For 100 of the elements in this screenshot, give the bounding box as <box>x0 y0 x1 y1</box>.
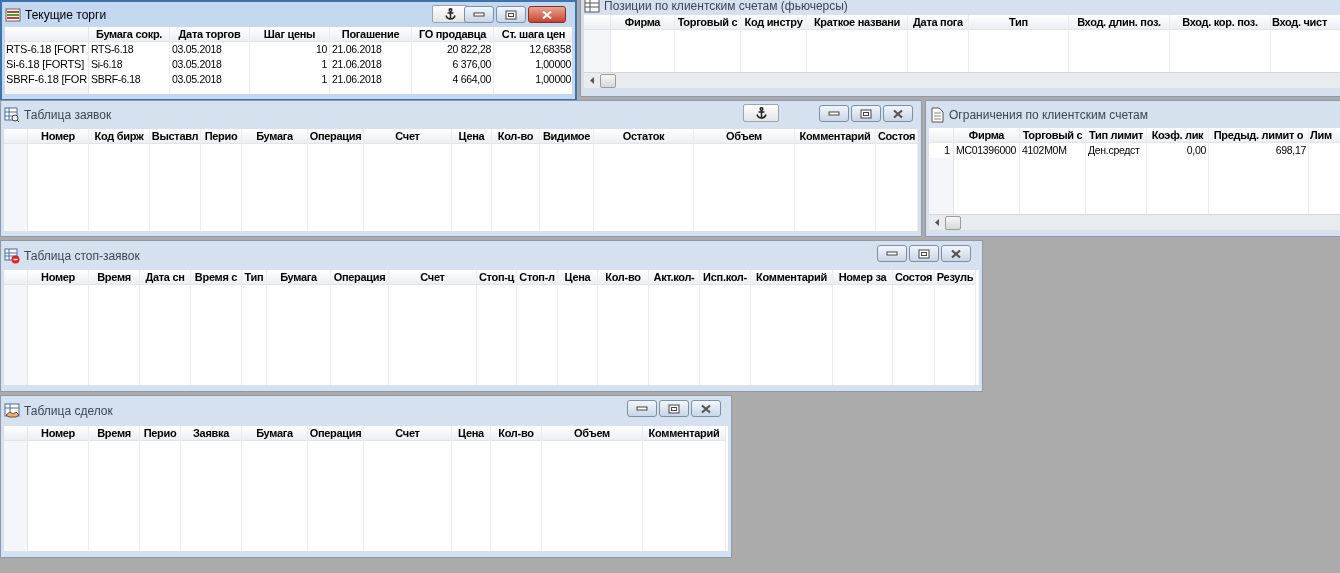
column-header[interactable]: Погашение <box>330 27 411 42</box>
horizontal-scrollbar[interactable] <box>584 72 1340 88</box>
column-header[interactable]: Видимое <box>540 129 593 144</box>
column-header[interactable]: Время с <box>191 270 241 285</box>
maximize-button[interactable] <box>851 105 881 122</box>
column-header[interactable]: Тип <box>242 270 266 285</box>
column-header[interactable]: Номер <box>28 270 88 285</box>
column-header[interactable]: Остаток <box>594 129 693 144</box>
scroll-left-icon <box>934 219 940 226</box>
table-cell: 1 <box>321 72 327 87</box>
maximize-button[interactable] <box>659 400 689 417</box>
column-header[interactable]: Стоп-л <box>517 270 557 285</box>
column-header[interactable]: Тип лимит <box>1086 128 1146 143</box>
column-header[interactable]: Стоп-ц <box>477 270 516 285</box>
column-header[interactable]: Резуль <box>935 270 975 285</box>
column-header[interactable]: Фирма <box>611 15 674 30</box>
column-header[interactable]: Выставл <box>150 129 200 144</box>
column-header[interactable]: Бумага <box>242 129 307 144</box>
column-header[interactable]: Номер за <box>833 270 892 285</box>
table-icon <box>4 403 20 419</box>
table-cell: 1,00000 <box>535 57 571 72</box>
column-header[interactable]: Заявка <box>181 426 241 441</box>
column-header[interactable]: Время <box>89 270 139 285</box>
column-header[interactable]: Объем <box>542 426 642 441</box>
column-header[interactable]: Бумага <box>242 426 307 441</box>
table-cell: 6 376,00 <box>452 57 491 72</box>
column-header[interactable]: Ст. шага цен <box>494 27 572 42</box>
close-icon <box>892 108 904 119</box>
close-button[interactable] <box>528 6 566 23</box>
column-header[interactable]: Объем <box>694 129 794 144</box>
table-icon <box>584 0 600 14</box>
column-header[interactable]: Торговый с <box>1020 128 1085 143</box>
anchor-button[interactable] <box>432 5 468 23</box>
column-header[interactable]: Операция <box>331 270 388 285</box>
column-header[interactable]: Краткое названи <box>807 15 907 30</box>
column-header[interactable]: Комментарий <box>643 426 725 441</box>
column-header[interactable]: Счет <box>389 270 476 285</box>
column-header[interactable]: Операция <box>308 426 363 441</box>
maximize-button[interactable] <box>909 245 939 262</box>
column-header[interactable]: Вход. кор. поз. <box>1170 15 1270 30</box>
window-title: Таблица стоп-заявок <box>24 247 140 265</box>
row-header: 1 <box>929 143 953 158</box>
scrollbar-thumb[interactable] <box>945 215 961 230</box>
column-header[interactable]: Торговый с <box>675 15 740 30</box>
column-header[interactable]: Исп.кол- <box>700 270 750 285</box>
column-header[interactable]: Дата сн <box>140 270 190 285</box>
column-header[interactable]: ГО продавца <box>412 27 493 42</box>
table-cell: 4 664,00 <box>452 72 491 87</box>
column-header[interactable]: Кол-во <box>598 270 648 285</box>
column-header[interactable]: Шаг цены <box>250 27 329 42</box>
column-header[interactable]: Время <box>89 426 139 441</box>
column-header[interactable]: Код инстру <box>741 15 806 30</box>
table-cell: SBRF-6.18 <box>91 72 141 87</box>
close-button[interactable] <box>883 105 913 122</box>
column-header[interactable]: Фирма <box>954 128 1019 143</box>
column-header[interactable]: Кол-во <box>492 129 539 144</box>
column-header[interactable]: Цена <box>558 270 597 285</box>
scrollbar-thumb[interactable] <box>600 73 616 88</box>
column-header[interactable]: Кол-во <box>491 426 541 441</box>
column-header[interactable]: Номер <box>28 426 88 441</box>
table-cell: 03.05.2018 <box>172 72 222 87</box>
restore-icon <box>668 403 680 414</box>
column-header[interactable]: Перио <box>140 426 180 441</box>
column-header[interactable]: Цена <box>452 129 491 144</box>
close-button[interactable] <box>941 245 971 262</box>
table-cell: 10 <box>315 42 327 57</box>
column-header[interactable]: Бумага сокр. <box>89 27 169 42</box>
horizontal-scrollbar[interactable] <box>929 214 1340 230</box>
column-header[interactable]: Предыд. лимит о <box>1209 128 1308 143</box>
column-header[interactable]: Счет <box>364 129 451 144</box>
table-icon <box>4 247 20 264</box>
column-header[interactable]: Операция <box>308 129 363 144</box>
column-header[interactable]: Лим <box>1309 128 1340 143</box>
column-header[interactable]: Комментарий <box>795 129 875 144</box>
column-header[interactable]: Дата пога <box>908 15 968 30</box>
row-header: RTS-6.18 [FORT <box>5 42 88 57</box>
column-header[interactable]: Цена <box>452 426 490 441</box>
column-header[interactable]: Вход. длин. поз. <box>1069 15 1169 30</box>
column-header[interactable]: Комментарий <box>751 270 832 285</box>
column-header[interactable]: Номер <box>28 129 88 144</box>
column-header[interactable]: Тип <box>969 15 1068 30</box>
column-header[interactable]: Коэф. лик <box>1147 128 1208 143</box>
window-title: Таблица заявок <box>24 107 112 124</box>
column-header[interactable]: Состоя <box>893 270 934 285</box>
maximize-button[interactable] <box>496 6 526 23</box>
column-header[interactable]: Бумага <box>267 270 330 285</box>
column-header[interactable]: Перио <box>201 129 241 144</box>
column-header[interactable]: Состоя <box>876 129 917 144</box>
column-header[interactable]: Счет <box>364 426 451 441</box>
row-header: Si-6.18 [FORTS] <box>5 57 88 72</box>
table-cell: RTS-6.18 <box>91 42 134 57</box>
column-header[interactable]: Вход. чист <box>1271 15 1340 30</box>
table-cell: 1,00000 <box>535 72 571 87</box>
column-header[interactable]: Код бирж <box>89 129 149 144</box>
scroll-left-icon <box>589 77 595 84</box>
column-header[interactable]: Дата торгов <box>170 27 249 42</box>
close-icon <box>700 403 712 414</box>
column-header[interactable]: Акт.кол- <box>649 270 699 285</box>
close-button[interactable] <box>691 400 721 417</box>
anchor-button[interactable] <box>743 104 779 122</box>
